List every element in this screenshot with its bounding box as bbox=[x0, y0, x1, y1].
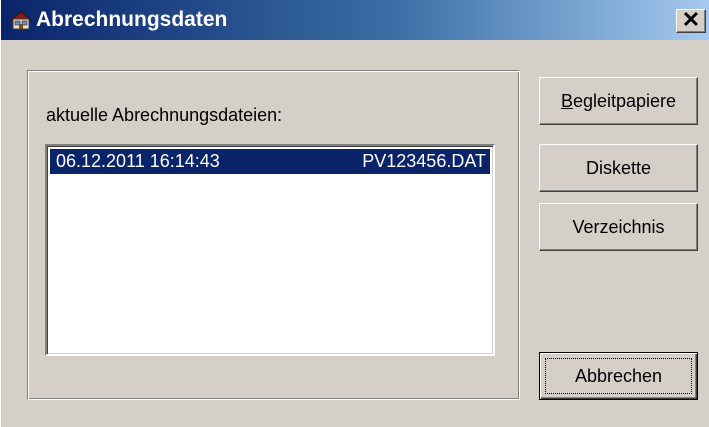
window-title: Abrechnungsdaten bbox=[36, 8, 228, 31]
diskette-label: Diskette bbox=[585, 158, 652, 178]
title-bar[interactable]: Abrechnungsdaten ✕ bbox=[1, 0, 709, 40]
verzeichnis-button[interactable]: Verzeichnis bbox=[539, 203, 698, 251]
files-groupbox: aktuelle Abrechnungsdateien: 06.12.2011 … bbox=[27, 70, 520, 400]
file-date: 06.12.2011 16:14:43 bbox=[56, 151, 220, 171]
begleitpapiere-mnemonic: B bbox=[560, 91, 573, 111]
begleitpapiere-label-rest: egleitpapiere bbox=[572, 91, 677, 111]
verzeichnis-label: Verzeichnis bbox=[572, 217, 665, 237]
close-button[interactable]: ✕ bbox=[676, 9, 706, 33]
file-name: PV123456.DAT bbox=[362, 151, 486, 171]
diskette-button[interactable]: Diskette bbox=[539, 144, 698, 192]
files-listbox[interactable]: 06.12.2011 16:14:43 PV123456.DAT bbox=[45, 144, 495, 356]
begleitpapiere-button[interactable]: Begleitpapiere bbox=[539, 77, 698, 125]
close-icon: ✕ bbox=[681, 7, 701, 32]
begleitpapiere-label: Begleitpapiere bbox=[540, 78, 697, 124]
dialog-window: Abrechnungsdaten ✕ aktuelle Abrechnungsd… bbox=[0, 0, 709, 427]
abbrechen-button[interactable]: Abbrechen bbox=[539, 352, 698, 400]
files-label: aktuelle Abrechnungsdateien: bbox=[46, 105, 283, 125]
abbrechen-label: Abbrechen bbox=[574, 366, 663, 386]
folder-house-icon bbox=[10, 11, 32, 30]
list-item[interactable]: 06.12.2011 16:14:43 PV123456.DAT bbox=[50, 149, 490, 174]
